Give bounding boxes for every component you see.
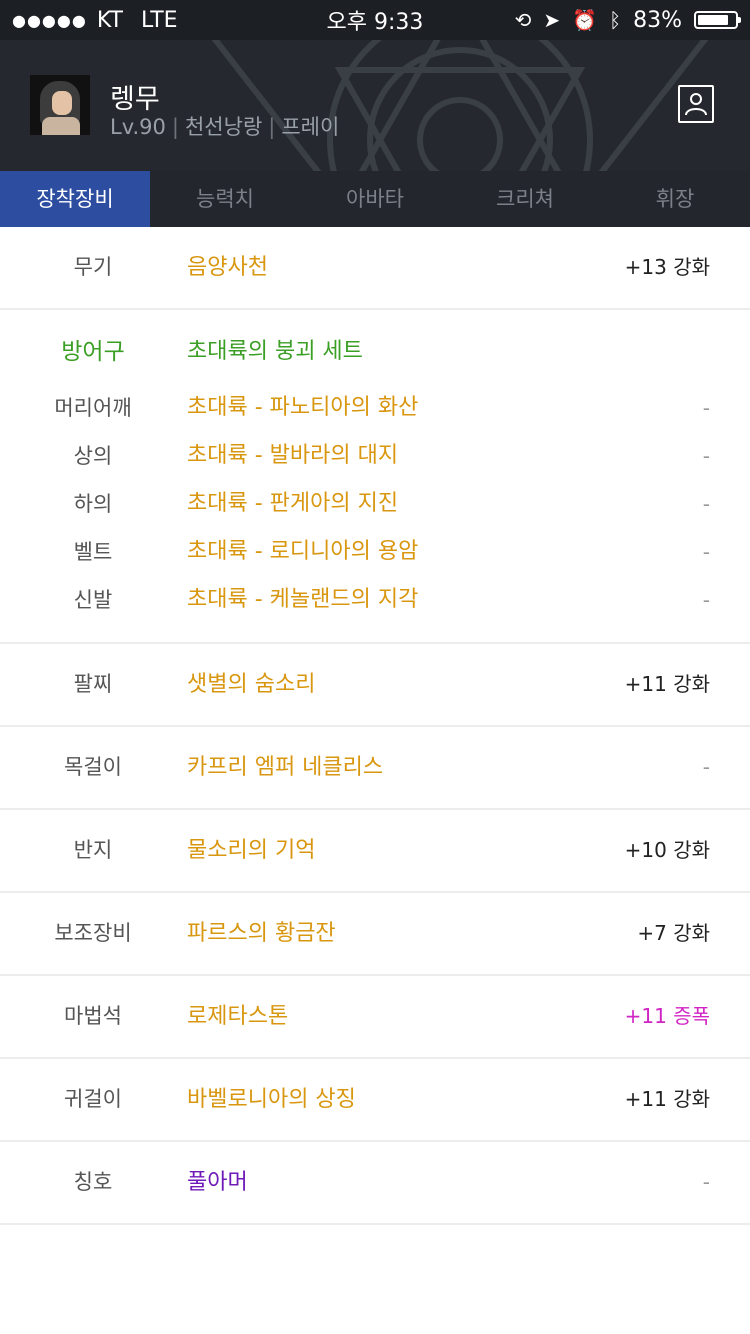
equip-row-ring[interactable]: 반지 물소리의 기억 +10 강화 [0, 810, 750, 893]
character-server: 프레이 [281, 115, 340, 139]
item-name: 파르스의 황금잔 [187, 921, 336, 946]
enhance-value: +7 강화 [637, 921, 710, 945]
slot-label: 목걸이 [64, 755, 122, 779]
equip-row-earring[interactable]: 귀걸이 바벨로니아의 상징 +11 강화 [0, 1059, 750, 1142]
item-name: 로제타스톤 [187, 1004, 289, 1029]
slot-label: 마법석 [64, 1004, 122, 1028]
slot-label: 머리어깨 [54, 396, 132, 420]
slot-label: 칭호 [73, 1170, 113, 1194]
enhance-value: - [702, 444, 710, 468]
enhance-value: +11 강화 [624, 1087, 710, 1111]
equip-row-title[interactable]: 칭호 풀아머 - [0, 1142, 750, 1225]
item-name: 초대륙 - 발바라의 대지 [187, 443, 399, 468]
slot-label: 신발 [73, 588, 113, 612]
rotation-lock-icon: ⟲ [514, 8, 532, 32]
character-info: Lv.90 | 천선낭랑 | 프레이 [110, 115, 340, 139]
item-name: 풀아머 [187, 1170, 248, 1195]
slot-label: 반지 [73, 838, 113, 862]
slot-label: 상의 [73, 444, 113, 468]
item-name: 초대륙 - 판게아의 지진 [187, 491, 399, 516]
tab-stats[interactable]: 능력치 [150, 171, 300, 227]
equip-row-bracelet[interactable]: 팔찌 샛별의 숨소리 +11 강화 [0, 644, 750, 727]
magic-circle-pattern [211, 40, 709, 171]
battery-percent: 83% [633, 7, 682, 33]
enhance-value: - [702, 540, 710, 564]
slot-label: 하의 [73, 492, 113, 516]
equip-row-bottom[interactable]: 하의 초대륙 - 판게아의 지진 - [0, 480, 750, 528]
equip-section-armor: 방어구 초대륙의 붕괴 세트 머리어깨 초대륙 - 파노티아의 화산 - 상의 … [0, 310, 750, 644]
item-name: 샛별의 숨소리 [187, 672, 316, 697]
equip-row-necklace[interactable]: 목걸이 카프리 엠퍼 네클리스 - [0, 727, 750, 810]
item-name: 바벨로니아의 상징 [187, 1087, 356, 1112]
slot-label: 무기 [73, 255, 113, 279]
enhance-value: - [702, 1170, 710, 1194]
enhance-value: +11 강화 [624, 672, 710, 696]
tab-avatar[interactable]: 아바타 [300, 171, 450, 227]
character-level: Lv.90 [110, 115, 166, 139]
battery-icon [694, 11, 741, 29]
enhance-value: +10 강화 [624, 838, 710, 862]
status-bar: ●●●●● KT LTE 오후 9:33 ⟲ ➤ ⏰ ᛒ 83% [0, 0, 750, 40]
enhance-value: - [702, 588, 710, 612]
item-name: 음양사천 [187, 255, 268, 280]
enhance-value: +13 강화 [624, 255, 710, 279]
item-name: 초대륙 - 케놀랜드의 지각 [187, 587, 419, 612]
equip-row-weapon[interactable]: 무기 음양사천 +13 강화 [0, 227, 750, 310]
equip-row-shoes[interactable]: 신발 초대륙 - 케놀랜드의 지각 - [0, 576, 750, 624]
tab-creature[interactable]: 크리쳐 [450, 171, 600, 227]
set-name: 초대륙의 붕괴 세트 [187, 339, 363, 364]
location-arrow-icon: ➤ [543, 8, 561, 32]
equip-row-subequip[interactable]: 보조장비 파르스의 황금잔 +7 강화 [0, 893, 750, 976]
battery-fill [698, 15, 728, 25]
item-name: 물소리의 기억 [187, 838, 316, 863]
slot-label: 귀걸이 [64, 1087, 122, 1111]
equip-row-magicstone[interactable]: 마법석 로제타스톤 +11 증폭 [0, 976, 750, 1059]
equip-row-belt[interactable]: 벨트 초대륙 - 로디니아의 용암 - [0, 528, 750, 576]
slot-label: 방어구 [61, 339, 125, 365]
item-name: 카프리 엠퍼 네클리스 [187, 755, 384, 780]
equip-row-top[interactable]: 상의 초대륙 - 발바라의 대지 - [0, 432, 750, 480]
bluetooth-icon: ᛒ [609, 8, 622, 32]
slot-label: 팔찌 [73, 672, 113, 696]
enhance-value: - [702, 492, 710, 516]
slot-label: 보조장비 [54, 921, 132, 945]
enhance-value: - [702, 755, 710, 779]
amplify-value: +11 증폭 [624, 1004, 710, 1028]
slot-label: 벨트 [73, 540, 113, 564]
character-job: 천선낭랑 [184, 115, 263, 139]
tab-bar: 장착장비 능력치 아바타 크리쳐 휘장 [0, 171, 750, 227]
person-icon [685, 93, 707, 116]
item-name: 초대륙 - 파노티아의 화산 [187, 395, 419, 420]
tab-equipment[interactable]: 장착장비 [0, 171, 150, 227]
profile-header: 렝무 Lv.90 | 천선낭랑 | 프레이 [0, 40, 750, 171]
item-name: 초대륙 - 로디니아의 용암 [187, 539, 419, 564]
tab-emblem[interactable]: 휘장 [600, 171, 750, 227]
character-avatar [30, 75, 90, 135]
equip-row-shoulder[interactable]: 머리어깨 초대륙 - 파노티아의 화산 - [0, 384, 750, 432]
character-profile-button[interactable] [678, 85, 714, 123]
enhance-value: - [702, 396, 710, 420]
alarm-icon: ⏰ [572, 8, 598, 32]
